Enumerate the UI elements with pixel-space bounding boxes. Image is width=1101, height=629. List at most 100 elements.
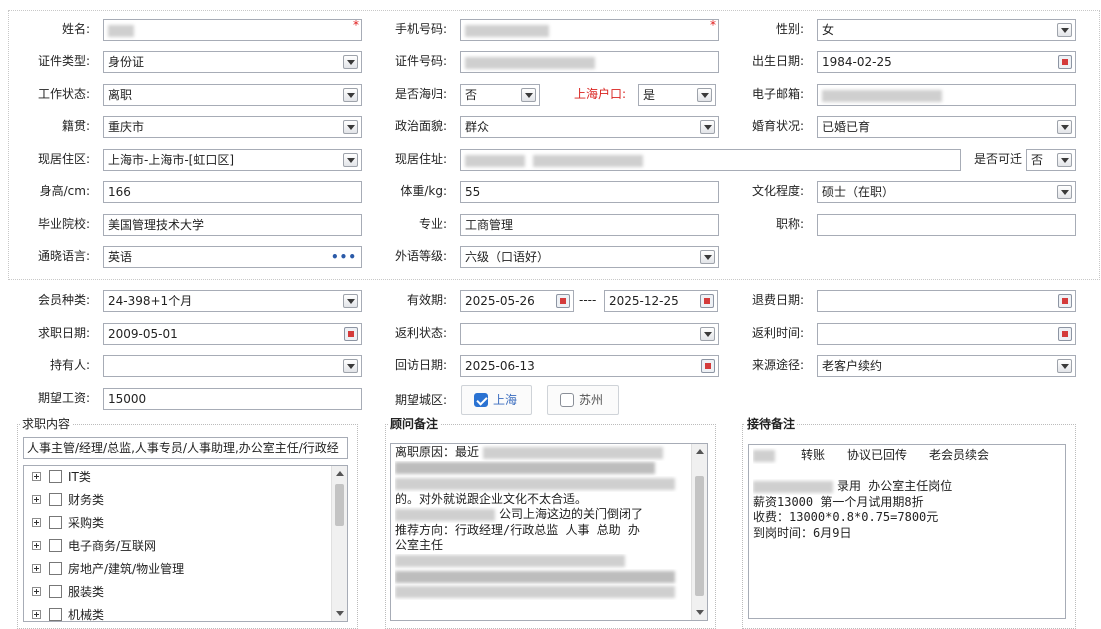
job-category-tree[interactable]: IT类 财务类 采购类 电子商务/互联网 房地产/建筑/物业管理 服装类 机械类 xyxy=(23,465,348,622)
dropdown-arrow-icon[interactable] xyxy=(1057,185,1072,199)
tree-scrollbar[interactable] xyxy=(331,466,347,621)
expand-icon[interactable] xyxy=(32,564,41,573)
validity-end-input[interactable]: 2025-12-25 xyxy=(604,290,718,312)
scroll-thumb[interactable] xyxy=(335,484,344,526)
gender-select[interactable]: 女 xyxy=(817,19,1076,41)
calendar-icon[interactable] xyxy=(1058,55,1072,69)
tree-item[interactable]: IT类 xyxy=(24,466,347,489)
height-input[interactable]: 166 xyxy=(103,181,362,203)
scroll-down-icon[interactable] xyxy=(336,611,344,616)
education-select[interactable]: 硕士（在职） xyxy=(817,181,1076,203)
tree-item[interactable]: 采购类 xyxy=(24,512,347,535)
rebate-status-select[interactable] xyxy=(460,323,719,345)
right-border xyxy=(1099,10,1100,278)
checkbox-icon[interactable] xyxy=(49,493,62,506)
rebate-time-label: 返利时间: xyxy=(751,326,804,340)
name-input[interactable]: * xyxy=(103,19,362,41)
dropdown-arrow-icon[interactable] xyxy=(343,120,358,134)
checkbox-icon[interactable] xyxy=(49,585,62,598)
phone-input[interactable]: * xyxy=(460,19,719,41)
dropdown-arrow-icon[interactable] xyxy=(700,250,715,264)
checkbox-icon[interactable] xyxy=(49,539,62,552)
calendar-icon[interactable] xyxy=(700,294,714,308)
dropdown-arrow-icon[interactable] xyxy=(1057,120,1072,134)
id-number-input[interactable] xyxy=(460,51,719,73)
native-place-select[interactable]: 重庆市 xyxy=(103,116,362,138)
dropdown-arrow-icon[interactable] xyxy=(700,327,715,341)
weight-input[interactable]: 55 xyxy=(460,181,719,203)
scroll-thumb[interactable] xyxy=(695,476,704,596)
dropdown-arrow-icon[interactable] xyxy=(1057,23,1072,37)
tree-item[interactable]: 财务类 xyxy=(24,489,347,512)
scroll-up-icon[interactable] xyxy=(696,449,704,454)
tree-item-label: 机械类 xyxy=(68,608,105,622)
expected-salary-input[interactable]: 15000 xyxy=(103,388,362,410)
scroll-up-icon[interactable] xyxy=(336,471,344,476)
job-content-text[interactable]: 人事主管/经理/总监,人事专员/人事助理,办公室主任/行政经 xyxy=(23,437,348,459)
expand-icon[interactable] xyxy=(32,472,41,481)
dropdown-arrow-icon[interactable] xyxy=(521,88,536,102)
title-input[interactable] xyxy=(817,214,1076,236)
calendar-icon[interactable] xyxy=(1058,327,1072,341)
dropdown-arrow-icon[interactable] xyxy=(343,88,358,102)
dropdown-arrow-icon[interactable] xyxy=(697,88,712,102)
current-address-input[interactable] xyxy=(460,149,961,171)
tree-item[interactable]: 服装类 xyxy=(24,581,347,604)
tree-item[interactable]: 机械类 xyxy=(24,604,347,622)
current-area-select[interactable]: 上海市-上海市-[虹口区] xyxy=(103,149,362,171)
checkbox-checked-icon[interactable] xyxy=(474,392,488,407)
rebate-time-input[interactable] xyxy=(817,323,1076,345)
checkbox-icon[interactable] xyxy=(560,392,574,407)
dropdown-arrow-icon[interactable] xyxy=(1057,359,1072,373)
email-input[interactable] xyxy=(817,84,1076,106)
validity-start-input[interactable]: 2025-05-26 xyxy=(460,290,574,312)
calendar-icon[interactable] xyxy=(701,359,715,373)
major-input[interactable]: 工商管理 xyxy=(460,214,719,236)
dropdown-arrow-icon[interactable] xyxy=(343,153,358,167)
relocatable-select[interactable]: 否 xyxy=(1026,149,1076,171)
language-level-select[interactable]: 六级（口语好） xyxy=(460,246,719,268)
dropdown-arrow-icon[interactable] xyxy=(343,359,358,373)
tree-item[interactable]: 房地产/建筑/物业管理 xyxy=(24,558,347,581)
dropdown-arrow-icon[interactable] xyxy=(343,55,358,69)
notes-scrollbar[interactable] xyxy=(691,444,707,620)
calendar-icon[interactable] xyxy=(344,327,358,341)
reception-notes-textarea[interactable]: 转账 协议已回传 老会员续会 录用 办公室主任岗位 薪资13000 第一个月试用期8… xyxy=(748,444,1066,619)
expand-icon[interactable] xyxy=(32,518,41,527)
returnee-select[interactable]: 否 xyxy=(460,84,540,106)
checkbox-icon[interactable] xyxy=(49,562,62,575)
calendar-icon[interactable] xyxy=(1058,294,1072,308)
followup-date-input[interactable]: 2025-06-13 xyxy=(460,355,719,377)
marital-select[interactable]: 已婚已育 xyxy=(817,116,1076,138)
city-option-shanghai[interactable]: 上海 xyxy=(461,385,532,415)
shanghai-hukou-select[interactable]: 是 xyxy=(638,84,716,106)
refund-date-input[interactable] xyxy=(817,290,1076,312)
checkbox-icon[interactable] xyxy=(49,516,62,529)
holder-select[interactable] xyxy=(103,355,362,377)
dropdown-arrow-icon[interactable] xyxy=(1057,153,1072,167)
source-select[interactable]: 老客户续约 xyxy=(817,355,1076,377)
dropdown-arrow-icon[interactable] xyxy=(343,294,358,308)
city-option-suzhou[interactable]: 苏州 xyxy=(547,385,619,415)
political-select[interactable]: 群众 xyxy=(460,116,719,138)
id-type-select[interactable]: 身份证 xyxy=(103,51,362,73)
member-type-select[interactable]: 24-398+1个月 xyxy=(103,290,362,312)
scroll-down-icon[interactable] xyxy=(696,610,704,615)
advisor-notes-textarea[interactable]: 离职原因：最近 的。对外就说跟企业文化不太合适。 公司上海这边的关门倒闭了 推荐… xyxy=(390,443,708,621)
tree-item[interactable]: 电子商务/互联网 xyxy=(24,535,347,558)
expand-icon[interactable] xyxy=(32,541,41,550)
checkbox-icon[interactable] xyxy=(49,470,62,483)
calendar-icon[interactable] xyxy=(556,294,570,308)
expand-icon[interactable] xyxy=(32,610,41,619)
more-options-icon[interactable]: ••• xyxy=(331,248,357,266)
id-type-label: 证件类型: xyxy=(37,54,90,68)
dropdown-arrow-icon[interactable] xyxy=(700,120,715,134)
school-input[interactable]: 美国管理技术大学 xyxy=(103,214,362,236)
expand-icon[interactable] xyxy=(32,495,41,504)
birth-date-input[interactable]: 1984-02-25 xyxy=(817,51,1076,73)
languages-input[interactable]: 英语 ••• xyxy=(103,246,362,268)
expand-icon[interactable] xyxy=(32,587,41,596)
work-status-select[interactable]: 离职 xyxy=(103,84,362,106)
job-seek-date-input[interactable]: 2009-05-01 xyxy=(103,323,362,345)
checkbox-icon[interactable] xyxy=(49,608,62,621)
